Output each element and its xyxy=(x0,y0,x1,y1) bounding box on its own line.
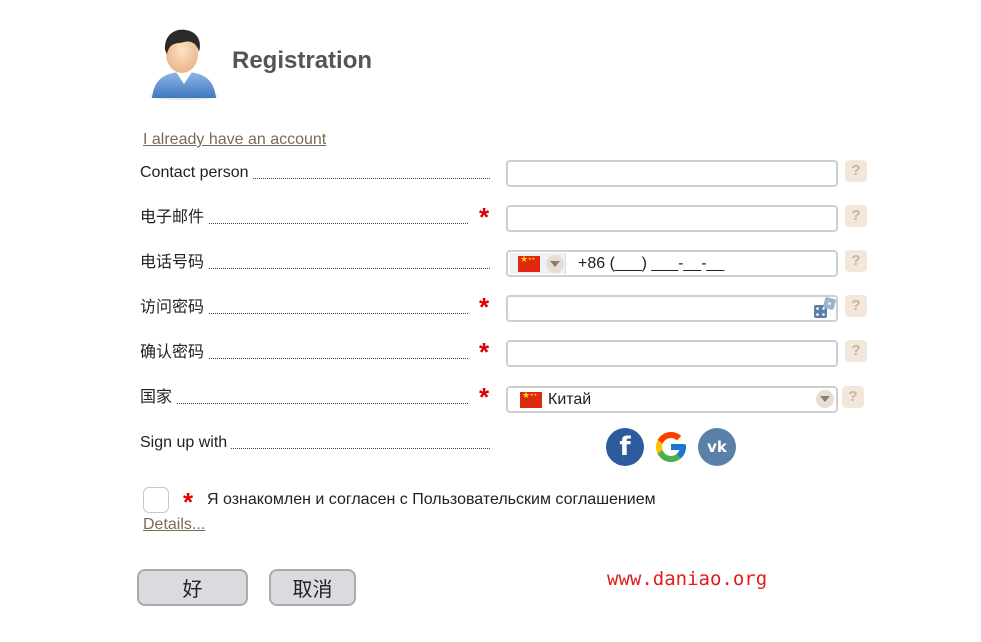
google-icon[interactable] xyxy=(652,428,690,466)
confirm-password-help-icon[interactable]: ? xyxy=(845,340,867,362)
email-help-icon[interactable]: ? xyxy=(845,205,867,227)
required-marker: * xyxy=(479,292,490,322)
password-input[interactable] xyxy=(506,295,838,322)
phone-input[interactable]: +86 (___) ___-__-__ xyxy=(506,250,838,277)
page-title: Registration xyxy=(232,47,373,74)
details-link[interactable]: Details... xyxy=(143,516,205,534)
country-label: 国家 xyxy=(140,387,468,409)
agreement-text: Я ознакомлен и согласен с Пользовательск… xyxy=(207,491,656,508)
watermark-text: www.daniao.org xyxy=(607,568,768,590)
required-marker: * xyxy=(183,487,194,517)
phone-label: 电话号码 xyxy=(140,252,490,274)
chevron-down-icon[interactable] xyxy=(816,390,834,408)
confirm-password-label: 确认密码 xyxy=(140,342,468,364)
user-avatar-icon xyxy=(148,24,220,100)
china-flag-icon xyxy=(518,254,540,272)
dice-icon[interactable] xyxy=(812,297,838,321)
email-label: 电子邮件 xyxy=(140,207,468,229)
confirm-password-input[interactable] xyxy=(506,340,838,367)
agreement-checkbox[interactable] xyxy=(143,487,169,513)
required-marker: * xyxy=(479,202,490,232)
cancel-button[interactable]: 取消 xyxy=(269,569,356,606)
country-select[interactable]: Китай xyxy=(506,386,838,413)
email-input[interactable] xyxy=(506,205,838,232)
country-help-icon[interactable]: ? xyxy=(842,386,864,408)
phone-country-selector[interactable] xyxy=(510,253,566,274)
ok-button[interactable]: 好 xyxy=(137,569,248,606)
password-label: 访问密码 xyxy=(140,297,468,319)
chevron-down-icon[interactable] xyxy=(546,254,564,273)
required-marker: * xyxy=(479,337,490,367)
contact-person-label: Contact person xyxy=(140,162,490,184)
phone-help-icon[interactable]: ? xyxy=(845,250,867,272)
sign-up-with-label: Sign up with xyxy=(140,432,490,454)
vk-icon[interactable]: vk xyxy=(698,428,736,466)
china-flag-icon xyxy=(520,390,542,408)
phone-value[interactable]: +86 (___) ___-__-__ xyxy=(578,252,724,275)
contact-person-help-icon[interactable]: ? xyxy=(845,160,867,182)
password-help-icon[interactable]: ? xyxy=(845,295,867,317)
facebook-icon[interactable]: f xyxy=(606,428,644,466)
login-link[interactable]: I already have an account xyxy=(143,131,326,149)
country-select-value: Китай xyxy=(548,391,592,408)
required-marker: * xyxy=(479,382,490,412)
contact-person-input[interactable] xyxy=(506,160,838,187)
